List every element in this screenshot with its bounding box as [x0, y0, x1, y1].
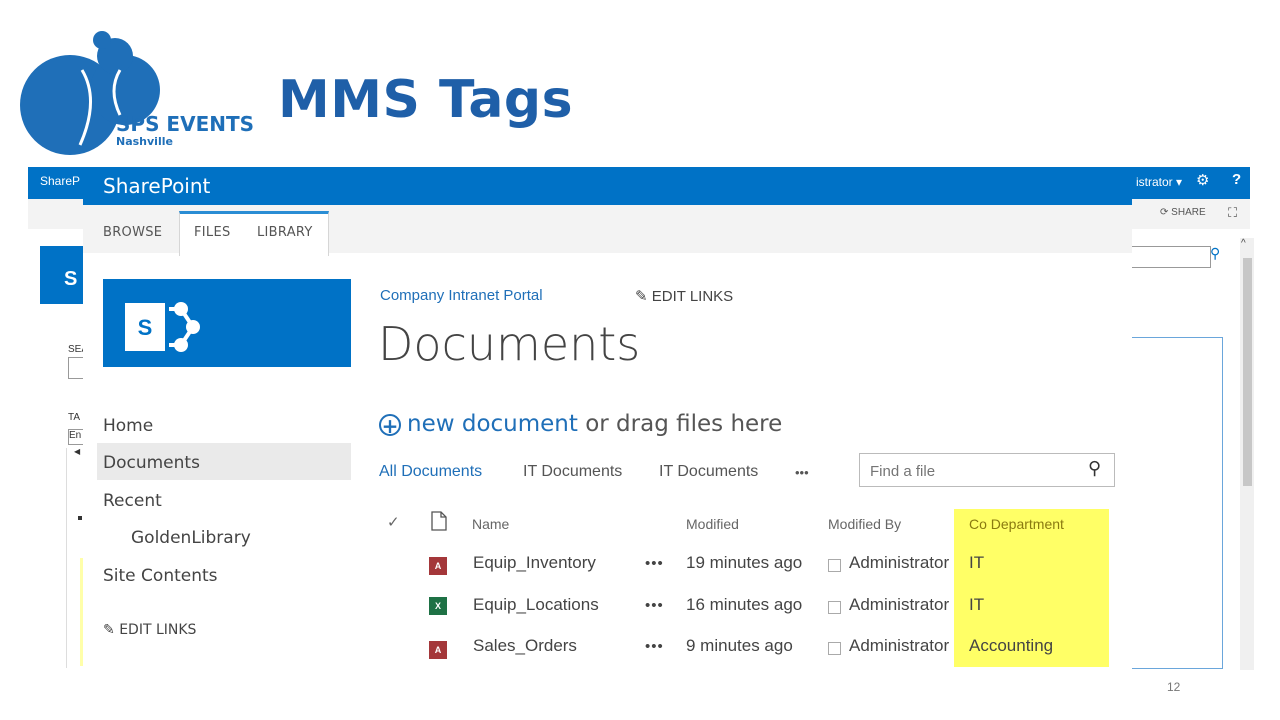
gear-icon[interactable]: ⚙ [1196, 171, 1209, 189]
search-icon[interactable]: ⚲ [1088, 458, 1101, 479]
svg-text:S: S [138, 315, 153, 340]
modified-by[interactable]: Administrator [849, 636, 949, 656]
access-file-icon: A [429, 557, 447, 575]
share-button[interactable]: ⟳ SHARE [1160, 207, 1206, 218]
column-header-modified-by[interactable]: Modified By [828, 516, 901, 532]
column-header-name[interactable]: Name [472, 516, 509, 532]
focus-icon[interactable]: ⛶ [1228, 205, 1237, 221]
nav-item-goldenlibrary[interactable]: GoldenLibrary [131, 528, 251, 548]
site-logo[interactable]: S [103, 279, 351, 367]
help-icon[interactable]: ? [1232, 171, 1241, 188]
suite-title[interactable]: SharePoint [103, 174, 210, 198]
document-icon [431, 511, 447, 531]
edit-links-label: EDIT LINKS [651, 288, 734, 305]
sharepoint-logo-icon: S [125, 302, 200, 352]
page-title: Documents [378, 317, 641, 371]
nav-edit-links-label: EDIT LINKS [119, 622, 197, 638]
new-document-bar: + new document or drag files here [379, 411, 782, 437]
column-header-co-department[interactable]: Co Department [969, 516, 1064, 532]
view-all-documents[interactable]: All Documents [379, 463, 482, 481]
file-name[interactable]: Equip_Inventory [473, 553, 596, 573]
view-it-documents-2[interactable]: IT Documents [659, 463, 758, 481]
tab-browse[interactable]: BROWSE [103, 225, 162, 240]
checkmark-icon[interactable]: ✓ [387, 513, 400, 531]
views-more-button[interactable]: ••• [795, 465, 809, 480]
background-site-logo: S [40, 246, 84, 304]
co-department-value: IT [969, 595, 985, 614]
chevron-up-icon[interactable]: ^ [1241, 238, 1246, 249]
add-circle-icon[interactable]: + [379, 413, 401, 436]
presence-indicator [828, 601, 841, 614]
new-document-link[interactable]: new document [407, 411, 578, 437]
access-file-icon: A [429, 641, 447, 659]
background-bullet [78, 516, 82, 520]
slide-title: MMS Tags [278, 70, 574, 130]
tab-library[interactable]: LIBRARY [257, 225, 313, 240]
file-name[interactable]: Equip_Locations [473, 595, 599, 615]
background-tag-label: TA [68, 412, 81, 423]
presence-indicator [828, 642, 841, 655]
nav-item-documents[interactable]: Documents [103, 453, 200, 473]
background-panel [1132, 337, 1223, 669]
background-search-box[interactable] [1132, 246, 1211, 268]
expand-arrow-icon[interactable]: ◀ [74, 447, 80, 456]
item-menu-button[interactable]: ••• [645, 638, 664, 655]
view-it-documents-1[interactable]: IT Documents [523, 463, 622, 481]
pencil-icon: ✎ [103, 622, 115, 638]
new-document-hint: or drag files here [577, 411, 783, 437]
sharepoint-window: SharePoint BROWSE FILES LIBRARY S Home D… [83, 167, 1132, 667]
share-icon: ⟳ [1160, 207, 1169, 218]
share-label: SHARE [1171, 207, 1206, 218]
background-suite-label: ShareP [40, 174, 81, 188]
scrollbar-thumb[interactable] [1243, 258, 1252, 486]
pencil-icon: ✎ [635, 288, 648, 305]
item-menu-button[interactable]: ••• [645, 555, 664, 572]
search-icon[interactable]: ⚲ [1210, 245, 1220, 262]
file-name[interactable]: Sales_Orders [473, 636, 577, 656]
edit-links-button[interactable]: ✎ EDIT LINKS [635, 287, 733, 305]
modified-time: 19 minutes ago [686, 553, 803, 572]
background-divider [66, 448, 67, 668]
modified-time: 16 minutes ago [686, 595, 803, 614]
co-department-value: IT [969, 553, 985, 572]
item-menu-button[interactable]: ••• [645, 597, 664, 614]
modified-by[interactable]: Administrator [849, 595, 949, 615]
tab-files[interactable]: FILES [194, 225, 231, 240]
presence-indicator [828, 559, 841, 572]
modified-time: 9 minutes ago [686, 636, 793, 655]
user-menu[interactable]: istrator ▾ [1136, 175, 1182, 189]
suite-bar [83, 167, 1132, 205]
nav-item-recent[interactable]: Recent [103, 491, 162, 511]
find-file-input[interactable] [868, 460, 1082, 482]
modified-by[interactable]: Administrator [849, 553, 949, 573]
slide-page-number: 12 [1167, 680, 1181, 694]
nav-edit-links[interactable]: ✎ EDIT LINKS [103, 622, 196, 638]
breadcrumb[interactable]: Company Intranet Portal [380, 287, 543, 304]
logo-text-events: SPS EVENTS [116, 112, 255, 136]
excel-file-icon: X [429, 597, 447, 615]
find-file-box: ⚲ [859, 453, 1115, 487]
column-header-modified[interactable]: Modified [686, 516, 739, 532]
logo-text-city: Nashville [116, 135, 173, 148]
nav-item-home[interactable]: Home [103, 416, 153, 436]
nav-item-site-contents[interactable]: Site Contents [103, 566, 218, 586]
co-department-value: Accounting [969, 636, 1054, 655]
